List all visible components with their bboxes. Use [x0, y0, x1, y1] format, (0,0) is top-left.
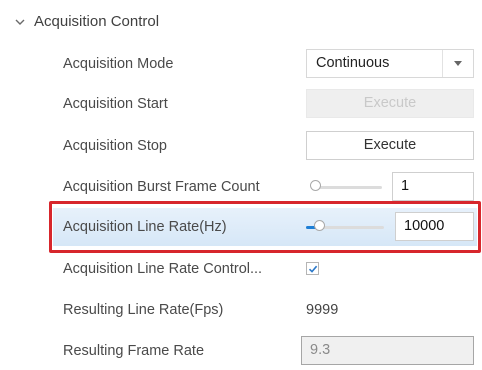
section-header-acquisition-control[interactable]: Acquisition Control: [14, 8, 159, 34]
property-label: Acquisition Line Rate Control...: [63, 261, 263, 277]
slider-track: [314, 186, 382, 189]
burst-frame-count-slider[interactable]: [310, 179, 382, 195]
property-label: Acquisition Stop: [63, 138, 167, 154]
slider-thumb[interactable]: [310, 180, 321, 191]
resulting-frame-rate-field: 9.3: [301, 336, 474, 365]
dropdown-button[interactable]: [442, 50, 473, 77]
acquisition-start-execute-button[interactable]: Execute: [306, 89, 474, 118]
property-label: Resulting Line Rate(Fps): [63, 302, 224, 318]
acquisition-stop-execute-button[interactable]: Execute: [306, 131, 474, 160]
property-row-acquisition-mode: Acquisition Mode Continuous: [0, 45, 482, 83]
property-row-acquisition-start: Acquisition Start Execute: [0, 85, 482, 123]
property-row-line-rate-control: Acquisition Line Rate Control...: [0, 250, 482, 288]
acquisition-mode-select[interactable]: Continuous: [306, 49, 474, 78]
property-row-resulting-frame-rate: Resulting Frame Rate 9.3: [0, 332, 482, 370]
line-rate-control-checkbox[interactable]: [306, 262, 319, 275]
property-row-resulting-line-rate: Resulting Line Rate(Fps) 9999: [0, 291, 482, 329]
section-title: Acquisition Control: [34, 12, 160, 30]
property-label: Acquisition Mode: [63, 56, 174, 72]
resulting-line-rate-value: 9999: [306, 302, 339, 318]
checkmark-icon: [308, 265, 318, 273]
burst-frame-count-input[interactable]: 1: [392, 172, 474, 201]
chevron-down-icon[interactable]: [14, 15, 26, 27]
highlight-frame: [49, 201, 481, 253]
property-label: Acquisition Start: [63, 96, 168, 112]
caret-down-icon: [454, 61, 462, 66]
property-row-acquisition-stop: Acquisition Stop Execute: [0, 127, 482, 165]
property-label: Resulting Frame Rate: [63, 343, 205, 359]
select-value: Continuous: [316, 55, 390, 71]
